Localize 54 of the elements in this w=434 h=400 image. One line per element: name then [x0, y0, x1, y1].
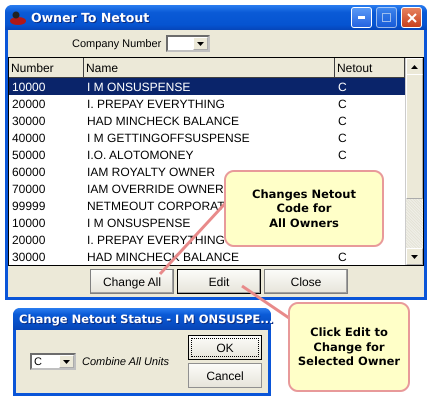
table-cell[interactable]: IAM OVERRIDE OWNER — [84, 182, 224, 196]
table-cell[interactable]: 30000 — [9, 114, 46, 128]
dialog-button[interactable]: Cancel — [188, 363, 262, 388]
table-cell[interactable]: 99999 — [9, 198, 46, 212]
table-cell[interactable]: NETMEOUT CORPORAT — [84, 198, 225, 212]
close-button[interactable] — [401, 7, 422, 28]
table-cell[interactable]: C — [335, 114, 347, 128]
callout: Click Edit to Change for Selected Owner — [288, 302, 410, 392]
scrollbar[interactable] — [405, 58, 423, 265]
callout: Changes Netout Code for All Owners — [224, 170, 384, 247]
table-cell[interactable]: I M GETTINGOFFSUSPENSE — [84, 130, 250, 144]
down-arrow-icon — [411, 254, 418, 258]
table-cell[interactable]: 10000 — [9, 216, 46, 230]
column-header[interactable]: Number — [9, 58, 84, 78]
table-cell[interactable]: C — [335, 250, 347, 264]
column-header[interactable]: Netout — [335, 58, 405, 78]
window-title: Owner To Netout — [31, 10, 150, 25]
maximize-button[interactable] — [376, 7, 397, 28]
table-cell[interactable]: 30000 — [9, 250, 46, 264]
table-cell[interactable]: HAD MINCHECK BALANCE — [84, 114, 240, 128]
close-icon — [406, 12, 416, 22]
table-cell[interactable]: 20000 — [9, 232, 46, 246]
table-cell[interactable]: 50000 — [9, 148, 46, 162]
table-cell[interactable]: C — [335, 148, 347, 162]
action-button[interactable]: Edit — [177, 269, 261, 294]
action-button[interactable]: Change All — [90, 269, 174, 294]
up-arrow-icon — [411, 64, 418, 68]
action-button[interactable]: Close — [264, 269, 348, 294]
table-cell[interactable]: 60000 — [9, 164, 46, 178]
table-cell[interactable]: I. PREPAY EVERYTHING — [84, 96, 225, 110]
netout-description: Combine All Units — [82, 356, 170, 368]
minimize-button[interactable] — [351, 7, 372, 28]
table-cell[interactable]: C — [335, 96, 347, 110]
app-icon — [10, 10, 27, 25]
table-cell[interactable]: 20000 — [9, 96, 46, 110]
table-cell[interactable]: I M ONSUSPENSE — [84, 80, 190, 94]
table-cell[interactable]: 10000 — [9, 80, 46, 94]
maximize-icon — [382, 13, 391, 22]
table-cell[interactable]: I M ONSUSPENSE — [84, 216, 190, 230]
minimize-icon — [358, 16, 365, 19]
down-arrow-icon — [63, 360, 70, 364]
company-number-label: Company Number — [72, 38, 162, 50]
table-cell[interactable]: C — [335, 130, 347, 144]
table-cell[interactable]: C — [335, 80, 347, 94]
table-cell[interactable]: I. PREPAY EVERYTHING — [84, 232, 225, 246]
down-arrow-icon — [197, 42, 204, 46]
table-cell[interactable]: IAM ROYALTY OWNER — [84, 164, 216, 178]
column-header[interactable]: Name — [84, 58, 335, 78]
code-dropdown[interactable]: C — [30, 353, 76, 370]
table-cell[interactable]: I.O. ALOTOMONEY — [84, 148, 194, 162]
table-cell[interactable]: 40000 — [9, 130, 46, 144]
company-number-dropdown[interactable] — [166, 35, 210, 52]
dialog-button[interactable]: OK — [188, 335, 262, 360]
table-cell[interactable]: 70000 — [9, 182, 46, 196]
